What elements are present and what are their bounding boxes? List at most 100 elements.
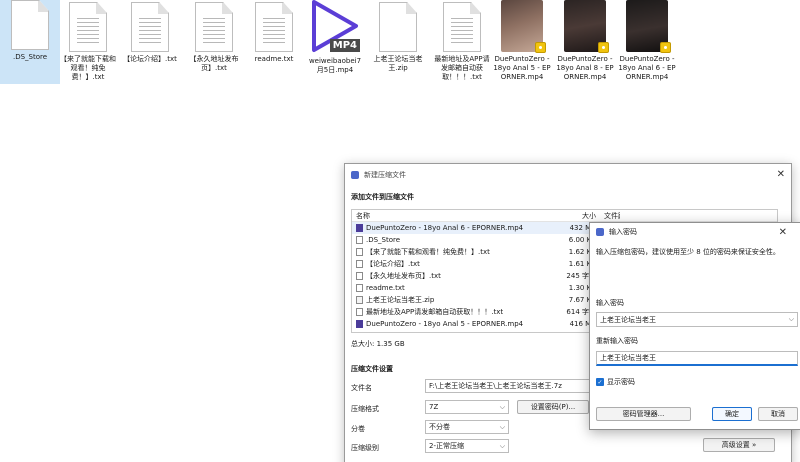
screen: .DS_Store 【来了就能下载和观看！纯免费！】.txt 【论坛介绍】.tx… xyxy=(0,0,800,462)
lock-badge-icon xyxy=(535,42,546,53)
file-label: 最新地址及APP请发邮箱自动获取！！！.txt xyxy=(434,55,490,81)
video-file-icon xyxy=(356,320,363,328)
file-label: DuePuntoZero - 18yo Anal 5 - EPORNER.mp4 xyxy=(493,55,551,81)
file-readme[interactable]: readme.txt xyxy=(244,0,304,84)
file-label: DuePuntoZero - 18yo Anal 8 - EPORNER.mp4 xyxy=(556,55,614,81)
document-icon xyxy=(356,308,363,316)
set-password-button[interactable]: 设置密码(P)... xyxy=(517,400,589,414)
archive-app-icon xyxy=(351,170,359,179)
password-input[interactable]: 上老王论坛当老王 ⌵ xyxy=(596,312,798,327)
chevron-down-icon: ⌵ xyxy=(499,441,505,450)
row-name: DuePuntoZero - 18yo Anal 6 - EPORNER.mp4 xyxy=(366,224,524,232)
file-video-8[interactable]: DuePuntoZero - 18yo Anal 8 - EPORNER.mp4 xyxy=(555,0,615,84)
filename-field[interactable]: F:\上老王论坛当老王\上老王论坛当老王.7z xyxy=(425,379,605,393)
filename-value: F:\上老王论坛当老王\上老王论坛当老王.7z xyxy=(429,382,562,390)
reenter-password-input[interactable]: 上老王论坛当老王 xyxy=(596,351,798,366)
text-file-icon xyxy=(195,2,233,52)
row-name: 【来了就能下载和观看！纯免费！】.txt xyxy=(366,248,490,256)
reenter-password-value: 上老王论坛当老王 xyxy=(600,354,656,362)
checkmark-icon: ✓ xyxy=(596,378,604,386)
show-password-checkbox[interactable]: ✓ 显示密码 xyxy=(596,377,635,387)
password-manager-button[interactable]: 密码管理器... xyxy=(596,407,691,421)
file-mp4-weiwei[interactable]: MP4 weiweibaobei7月5日.mp4 xyxy=(305,0,365,84)
zip-file-icon xyxy=(379,2,417,52)
level-select[interactable]: 2-正常压缩 ⌵ xyxy=(425,439,509,453)
document-icon xyxy=(356,236,363,244)
password-dialog: 输入密码 ✕ 输入压缩包密码，建议使用至少 8 位的密码来保证安全性。 输入密码… xyxy=(589,222,800,430)
file-label: .DS_Store xyxy=(12,53,48,61)
volume-value: 不分卷 xyxy=(429,423,450,431)
chevron-down-icon[interactable]: ⌵ xyxy=(789,315,794,324)
text-file-icon xyxy=(255,2,293,52)
lock-badge-icon xyxy=(660,42,671,53)
row-name: 【论坛介绍】.txt xyxy=(366,260,420,268)
level-label: 压缩级别 xyxy=(351,444,379,452)
file-label: DuePuntoZero - 18yo Anal 6 - EPORNER.mp4 xyxy=(618,55,676,81)
volume-select[interactable]: 不分卷 ⌵ xyxy=(425,420,509,434)
document-icon xyxy=(356,272,363,280)
close-icon[interactable]: ✕ xyxy=(779,227,795,238)
video-thumbnail xyxy=(564,0,609,53)
chevron-down-icon: ⌵ xyxy=(499,422,505,431)
row-name: readme.txt xyxy=(366,284,405,292)
document-icon xyxy=(356,248,363,256)
file-txt-intro[interactable]: 【论坛介绍】.txt xyxy=(120,0,180,84)
row-name: 【永久地址发布页】.txt xyxy=(366,272,441,280)
chevron-down-icon: ⌵ xyxy=(499,402,505,411)
total-size: 总大小: 1.35 GB xyxy=(351,340,405,348)
volume-label: 分卷 xyxy=(351,425,365,433)
mp4-file-icon: MP4 xyxy=(308,0,362,54)
password-dialog-title: 输入密码 xyxy=(609,228,637,236)
row-name: DuePuntoZero - 18yo Anal 5 - EPORNER.mp4 xyxy=(366,320,524,328)
zip-file-icon xyxy=(356,296,363,304)
password-hint: 输入压缩包密码，建议使用至少 8 位的密码来保证安全性。 xyxy=(596,248,780,256)
column-size[interactable]: 大小 xyxy=(560,211,600,221)
document-icon xyxy=(356,260,363,268)
blank-file-icon xyxy=(11,0,49,50)
file-txt-latest[interactable]: 最新地址及APP请发邮箱自动获取！！！.txt xyxy=(432,0,492,84)
file-ds-store[interactable]: .DS_Store xyxy=(0,0,60,84)
file-txt-free[interactable]: 【来了就能下载和观看！纯免费！】.txt xyxy=(58,0,118,84)
row-name: 上老王论坛当老王.zip xyxy=(366,296,435,304)
video-thumbnail xyxy=(501,0,546,53)
ok-button[interactable]: 确定 xyxy=(712,407,752,421)
level-value: 2-正常压缩 xyxy=(429,442,464,450)
cancel-button[interactable]: 取消 xyxy=(758,407,798,421)
show-password-label: 显示密码 xyxy=(607,378,635,386)
column-name[interactable]: 名称 xyxy=(352,211,560,221)
format-label: 压缩格式 xyxy=(351,405,379,413)
settings-header: 压缩文件设置 xyxy=(351,365,393,373)
file-label: 【论坛介绍】.txt xyxy=(123,55,177,63)
lock-badge-icon xyxy=(598,42,609,53)
file-label: weiweibaobei7月5日.mp4 xyxy=(308,57,362,74)
text-file-icon xyxy=(443,2,481,52)
add-files-header: 添加文件到压缩文件 xyxy=(351,193,414,201)
enter-password-label: 输入密码 xyxy=(596,299,624,307)
text-file-icon xyxy=(131,2,169,52)
file-label: 上老王论坛当老王.zip xyxy=(373,55,423,72)
close-icon[interactable]: ✕ xyxy=(777,169,785,180)
format-value: 7Z xyxy=(429,403,439,411)
file-label: 【永久地址发布页】.txt xyxy=(189,55,239,72)
file-zip[interactable]: 上老王论坛当老王.zip xyxy=(368,0,428,84)
password-value: 上老王论坛当老王 xyxy=(600,315,656,324)
file-video-6[interactable]: DuePuntoZero - 18yo Anal 6 - EPORNER.mp4 xyxy=(617,0,677,84)
advanced-settings-button[interactable]: 高级设置 » xyxy=(703,438,775,452)
dialog-titlebar: 新建压缩文件 ✕ xyxy=(345,164,791,185)
format-select[interactable]: 7Z ⌵ xyxy=(425,400,509,414)
row-name: 最新地址及APP请发邮箱自动获取！！！.txt xyxy=(366,308,504,316)
mp4-badge: MP4 xyxy=(329,39,360,52)
row-name: .DS_Store xyxy=(366,236,401,244)
filename-label: 文件名 xyxy=(351,384,372,392)
key-icon xyxy=(596,228,604,236)
file-label: 【来了就能下载和观看！纯免费！】.txt xyxy=(60,55,116,81)
column-path[interactable]: 文件路径 xyxy=(600,211,620,221)
file-video-5[interactable]: DuePuntoZero - 18yo Anal 5 - EPORNER.mp4 xyxy=(492,0,552,84)
document-icon xyxy=(356,284,363,292)
video-thumbnail xyxy=(626,0,671,53)
video-file-icon xyxy=(356,224,363,232)
file-txt-address[interactable]: 【永久地址发布页】.txt xyxy=(184,0,244,84)
text-file-icon xyxy=(69,2,107,52)
dialog-title: 新建压缩文件 xyxy=(364,170,406,179)
file-list-header: 名称 大小 文件路径 xyxy=(352,210,777,222)
